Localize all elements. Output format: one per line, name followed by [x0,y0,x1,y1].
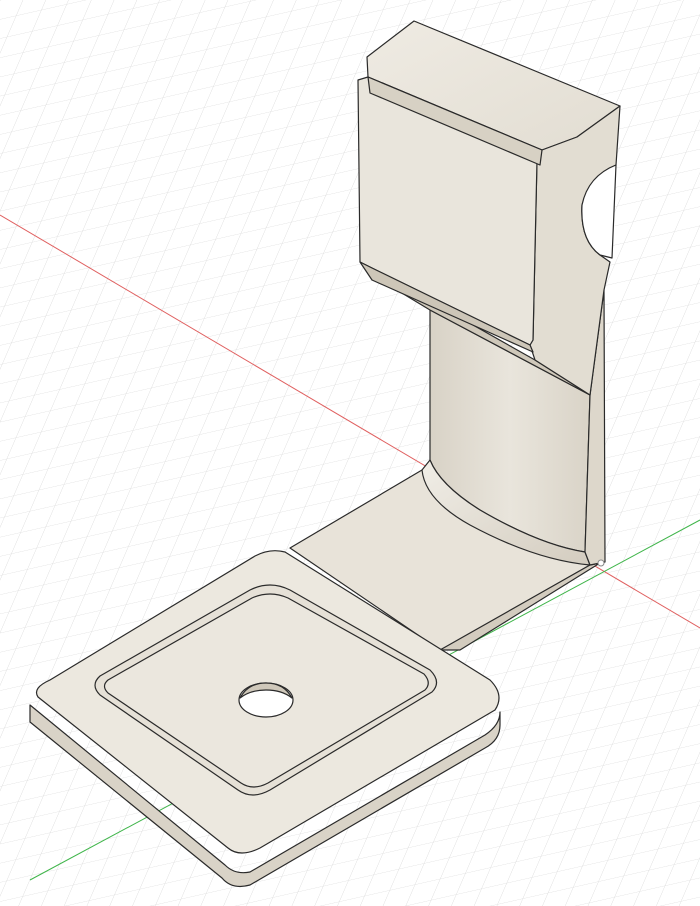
3d-viewport[interactable] [0,0,700,906]
viewport-canvas[interactable] [0,0,700,906]
point-icon[interactable] [597,559,605,567]
